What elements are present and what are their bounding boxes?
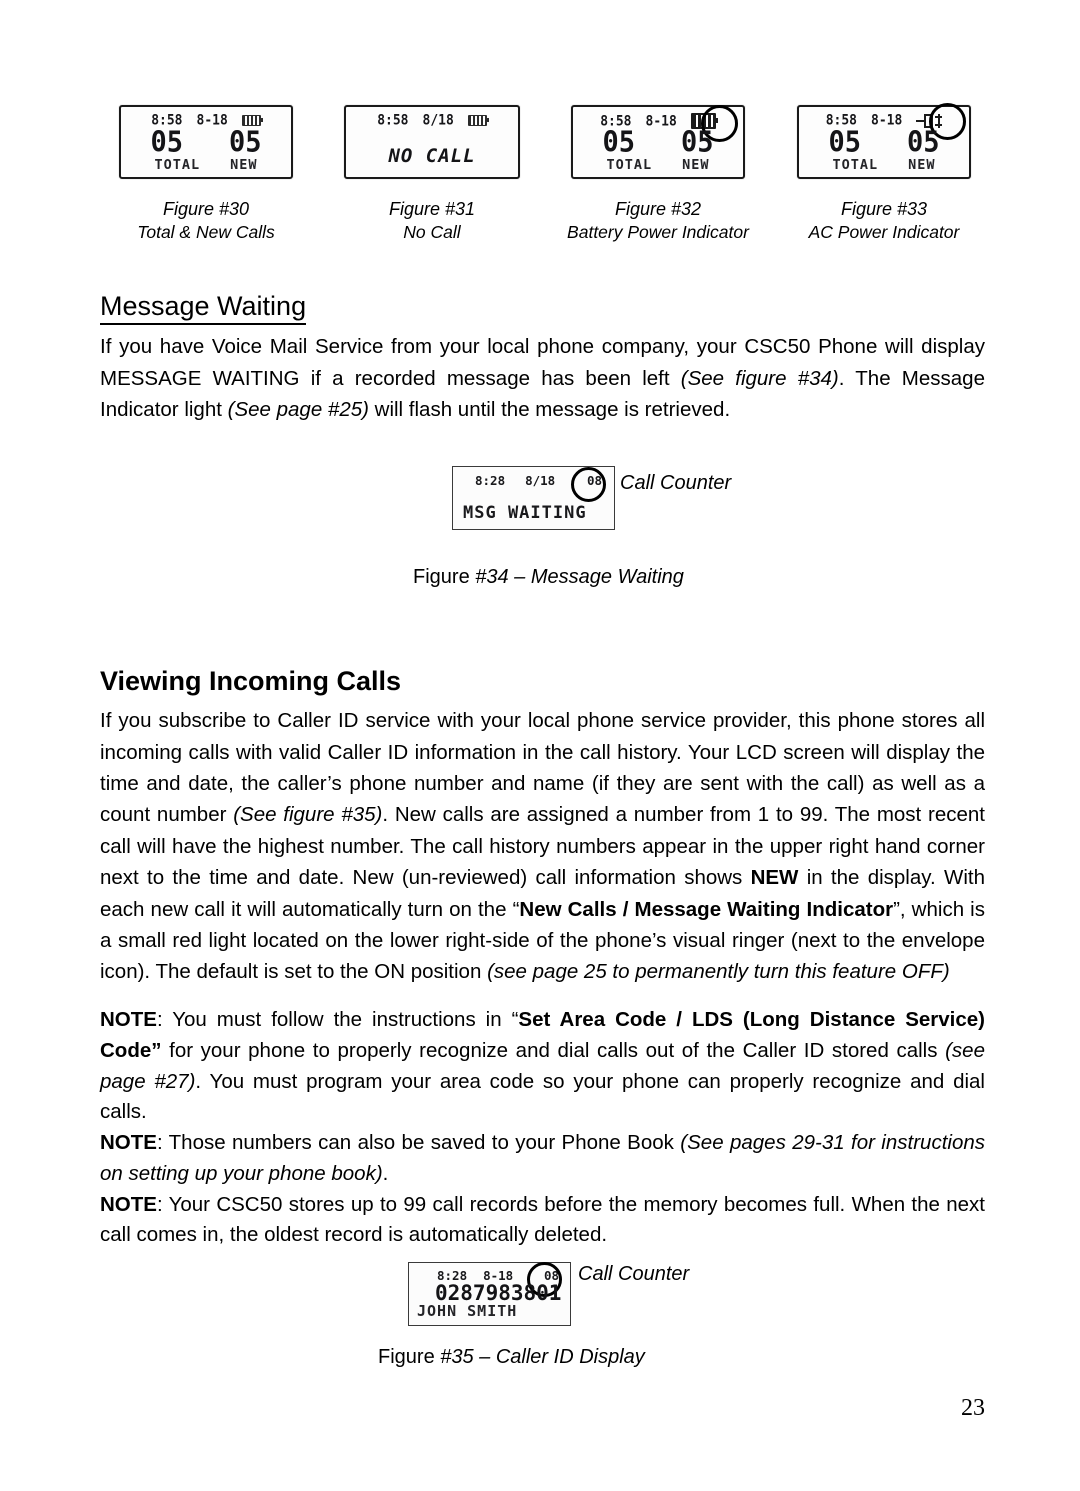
lcd-total-label: TOTAL bbox=[606, 157, 653, 173]
note-1-text-b: for your phone to properly recognize and… bbox=[161, 1038, 946, 1062]
paragraph-viewing-incoming-calls: If you subscribe to Caller ID service wi… bbox=[100, 705, 985, 987]
lcd-total-label: TOTAL bbox=[154, 157, 201, 173]
figure-35-caption: Figure #35 – Caller ID Display bbox=[378, 1346, 645, 1369]
paragraph-message-waiting: If you have Voice Mail Service from your… bbox=[100, 331, 985, 425]
lcd-date: 8-18 bbox=[196, 112, 228, 129]
lcd-display-figure-33: 8:58 8-18 05 05 TOTAL NEW bbox=[797, 103, 971, 179]
note-3: NOTE: Your CSC50 stores up to 99 call re… bbox=[100, 1190, 985, 1252]
figure-33: 8:58 8-18 05 05 TOTAL NEW Figure #33 AC … bbox=[778, 103, 990, 245]
lcd-labels-row: TOTAL NEW bbox=[121, 157, 291, 173]
figure-32-subtitle: Battery Power Indicator bbox=[567, 222, 749, 243]
figure-35-caption-italic: #35 – Caller ID Display bbox=[440, 1346, 645, 1368]
figure-31-caption: Figure #31 No Call bbox=[389, 197, 475, 245]
figure-31-subtitle: No Call bbox=[403, 222, 461, 243]
figure-32-title: Figure #32 bbox=[614, 199, 702, 219]
note-1-label: NOTE bbox=[100, 1008, 157, 1031]
vic-quote-close: ” bbox=[893, 897, 900, 921]
note-1-quote-close: ” bbox=[151, 1038, 162, 1062]
lcd-time: 8:28 bbox=[475, 473, 506, 488]
figure-35-caption-plain: Figure bbox=[378, 1346, 441, 1368]
lcd-date: 8-18 bbox=[645, 112, 677, 130]
lcd-time: 8:58 bbox=[377, 112, 409, 129]
lcd-new-value: 05 bbox=[907, 126, 940, 159]
note-2: NOTE: Those numbers can also be saved to… bbox=[100, 1128, 985, 1190]
lcd-total-value: 05 bbox=[150, 126, 183, 159]
lcd-new-label: NEW bbox=[230, 157, 258, 173]
lcd-total-value: 05 bbox=[602, 126, 635, 159]
lcd-display-figure-30: 8:58 8-18 05 05 TOTAL NEW bbox=[119, 105, 293, 179]
lcd-display-figure-32: 8:58 8-18 05 05 TOTAL NEW bbox=[571, 105, 745, 179]
vic-bold-new: NEW bbox=[750, 866, 799, 890]
figure-30-caption: Figure #30 Total & New Calls bbox=[137, 197, 274, 245]
vic-ref-figure-35: (See figure #35) bbox=[233, 803, 383, 827]
vic-ref-page-25: (see page 25 to permanently turn this fe… bbox=[487, 960, 950, 984]
note-2-label: NOTE bbox=[100, 1131, 157, 1154]
note-2-text-b: . bbox=[382, 1161, 389, 1185]
heading-message-waiting: Message Waiting bbox=[100, 290, 307, 326]
figure-30-subtitle: Total & New Calls bbox=[137, 222, 275, 243]
lcd-new-value: 05 bbox=[681, 126, 714, 159]
lcd-no-call-message: NO CALL bbox=[388, 145, 476, 167]
lcd-counts-row: 05 05 bbox=[573, 126, 743, 159]
document-page: 8:58 8-18 05 05 TOTAL NEW Figure #30 Tot… bbox=[0, 0, 1080, 1491]
note-3-text-a: : Your CSC50 stores up to 99 call record… bbox=[100, 1192, 985, 1247]
lcd-date: 8/18 bbox=[525, 473, 556, 488]
mw-ref-figure-34: (See figure #34) bbox=[680, 366, 839, 390]
section-viewing-incoming-calls: Viewing Incoming Calls If you subscribe … bbox=[100, 665, 985, 988]
note-3-label: NOTE bbox=[100, 1192, 157, 1216]
figure-34-caption-italic: #34 – Message Waiting bbox=[475, 566, 684, 588]
figure-33-title: Figure #33 bbox=[840, 199, 928, 219]
figure-30: 8:58 8-18 05 05 TOTAL NEW Figure #30 Tot… bbox=[100, 105, 312, 245]
highlight-circle-call-counter bbox=[571, 467, 606, 502]
note-1-text-a: : You must follow the instructions in bbox=[156, 1008, 512, 1031]
figure-34-caption: Figure #34 – Message Waiting bbox=[413, 566, 684, 589]
lcd-date: 8/18 bbox=[422, 112, 454, 129]
callout-call-counter-34: Call Counter bbox=[620, 472, 732, 494]
lcd-status-row: 8:58 8-18 bbox=[121, 112, 291, 129]
figure-row-30-33: 8:58 8-18 05 05 TOTAL NEW Figure #30 Tot… bbox=[100, 103, 990, 245]
lcd-labels-row: TOTAL NEW bbox=[573, 157, 743, 173]
note-2-text-a: : Those numbers can also be saved to you… bbox=[156, 1131, 681, 1154]
mw-text-c: will flash until the message is retrieve… bbox=[368, 398, 731, 422]
lcd-labels-row: TOTAL NEW bbox=[799, 157, 969, 173]
figure-33-caption: Figure #33 AC Power Indicator bbox=[809, 197, 960, 245]
section-notes: NOTE: You must follow the instructions i… bbox=[100, 1005, 985, 1251]
figure-33-subtitle: AC Power Indicator bbox=[808, 222, 960, 243]
lcd-counts-row: 05 05 bbox=[121, 126, 291, 159]
lcd-display-figure-34: 8:28 8/18 08 MSG WAITING bbox=[452, 466, 615, 530]
lcd-counts-row: 05 05 bbox=[799, 126, 969, 159]
vic-bold-indicator: New Calls / Message Waiting Indicator bbox=[519, 897, 894, 921]
lcd-total-label: TOTAL bbox=[832, 157, 879, 173]
figure-31-title: Figure #31 bbox=[388, 199, 476, 219]
lcd-status-row: 8:28 8/18 bbox=[475, 473, 555, 488]
section-message-waiting: Message Waiting If you have Voice Mail S… bbox=[100, 290, 985, 425]
lcd-display-figure-31: 8:58 8/18 NO CALL bbox=[344, 105, 520, 179]
page-number: 23 bbox=[961, 1395, 985, 1421]
lcd-msg-waiting-text: MSG WAITING bbox=[463, 503, 587, 523]
lcd-new-label: NEW bbox=[908, 157, 936, 173]
battery-mini-icon bbox=[241, 115, 264, 126]
lcd-display-figure-35: 8:28 8-18 08 0287983801 JOHN SMITH bbox=[408, 1262, 571, 1326]
figure-34-caption-plain: Figure bbox=[413, 566, 476, 588]
lcd-date: 8-18 bbox=[871, 112, 903, 129]
lcd-new-value: 05 bbox=[229, 126, 262, 159]
lcd-status-row: 8:58 8/18 bbox=[346, 112, 518, 129]
callout-call-counter-35: Call Counter bbox=[578, 1263, 690, 1285]
figure-31: 8:58 8/18 NO CALL Figure #31 No Call bbox=[326, 105, 538, 245]
note-1-text-c: . You must program your area code so you… bbox=[100, 1069, 985, 1124]
figure-32-caption: Figure #32 Battery Power Indicator bbox=[567, 197, 749, 245]
note-1: NOTE: You must follow the instructions i… bbox=[100, 1005, 985, 1128]
heading-viewing-incoming-calls: Viewing Incoming Calls bbox=[100, 666, 402, 696]
lcd-total-value: 05 bbox=[828, 126, 861, 159]
lcd-caller-name: JOHN SMITH bbox=[417, 1302, 518, 1320]
figure-32: 8:58 8-18 05 05 TOTAL NEW Figure #32 Bat… bbox=[552, 105, 764, 245]
lcd-new-label: NEW bbox=[682, 157, 710, 173]
mw-ref-page-25: (See page #25) bbox=[227, 398, 369, 422]
battery-mini-icon bbox=[467, 115, 490, 126]
figure-30-title: Figure #30 bbox=[162, 199, 250, 219]
